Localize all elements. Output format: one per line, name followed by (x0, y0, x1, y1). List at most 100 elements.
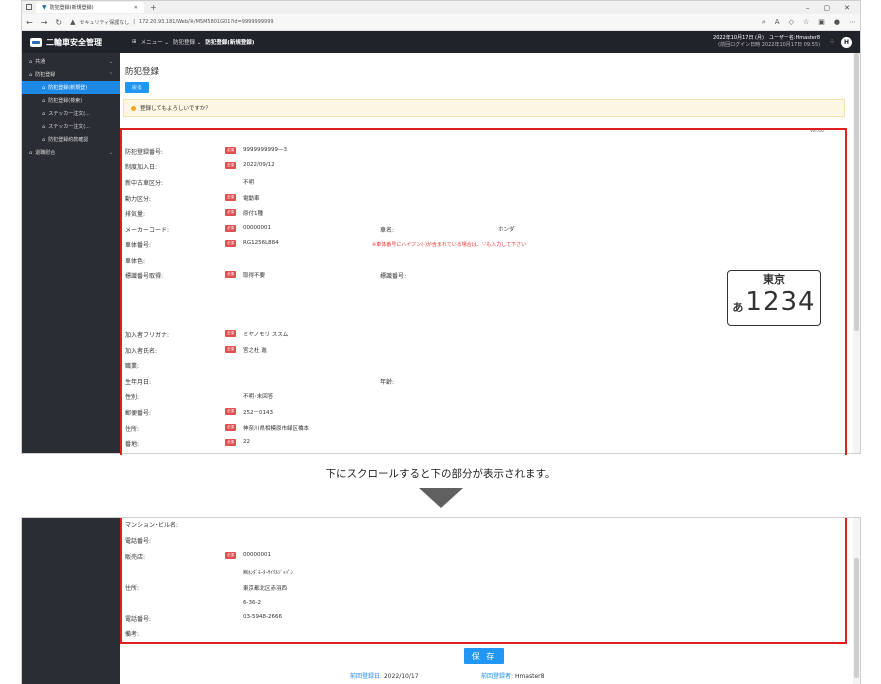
warning-dot-icon (131, 105, 136, 111)
url-text: 172.20.93.181/Web/※/MSM5801G01?id=999999… (138, 19, 274, 25)
sidebar-group-association[interactable]: ⌂ 退職慰合 ⌄ (22, 146, 120, 159)
label-kana: 加入者フリガナ: (125, 332, 170, 339)
security-warning: セキュリティ保護なし (79, 19, 130, 26)
value-dealer-address: 東京都北区赤羽西 (243, 586, 288, 592)
label-newold: 新中古車区分: (125, 180, 164, 187)
label-plate: 標識番号取得: (125, 273, 164, 280)
url-field[interactable]: ▲ セキュリティ保護なし | 172.20.93.181/Web/※/MSM58… (70, 18, 274, 26)
scrollbar[interactable] (853, 53, 860, 453)
required-badge: 必須 (225, 194, 236, 201)
label-chassis: 車体番号: (125, 242, 152, 249)
read-aloud-icon[interactable]: A (775, 18, 780, 27)
breadcrumb-menu[interactable]: メニュー ⌄ (141, 38, 169, 46)
extension-icon[interactable]: ◇ (789, 18, 794, 27)
close-tab-icon[interactable]: ✕ (134, 5, 138, 11)
required-badge: 必須 (225, 439, 236, 446)
window-icon (26, 4, 32, 10)
favicon-icon: ▼ (42, 4, 47, 11)
required-badge: 必須 (225, 240, 236, 247)
browser-tab[interactable]: ▼ 防犯登録(新規登録) ✕ (36, 2, 144, 13)
last-registered-date: 前回登録日: 2022/10/17 (350, 673, 419, 680)
back-arrow-icon[interactable]: ← (26, 18, 33, 27)
scrollbar-thumb[interactable] (854, 558, 859, 678)
confirm-message: 登録してもよろしいですか？ (123, 99, 845, 117)
highlight-frame-bottom (120, 518, 847, 644)
value-kana: ミヤノモリ ススム (243, 332, 289, 338)
value-chassis: RG1256L884 (243, 240, 279, 246)
required-badge: 必須 (225, 271, 236, 278)
label-reg-no: 防犯登録番号: (125, 149, 164, 156)
label-address: 住所: (125, 426, 140, 433)
sidebar-group-crime[interactable]: ⌂ 防犯登録 ⌃ (22, 68, 120, 81)
label-job: 職業: (125, 363, 140, 370)
value-power: 電動車 (243, 196, 260, 202)
app-header: 二輪車安全管理 ⊞ メニュー ⌄ 防犯登録 ⌄ 防犯登録(新規登録) 2022年… (22, 31, 860, 53)
value-maker: 00000001 (243, 225, 271, 231)
save-button[interactable]: 保 存 (464, 648, 504, 664)
license-plate: 東京 あ 1234 (727, 270, 821, 326)
scrollbar[interactable] (853, 518, 860, 684)
value-reg-no: 9999999999—3 (243, 147, 287, 153)
label-name: 加入者氏名: (125, 348, 158, 355)
sidebar-item-new[interactable]: ⌂ 防犯登録(新規登) (22, 81, 120, 94)
menu-grid-icon[interactable]: ⊞ (132, 39, 137, 45)
new-tab-button[interactable]: + (150, 3, 157, 12)
home-icon: ⌂ (42, 84, 46, 91)
sidebar-group-common[interactable]: ⌂ 共通 ⌄ (22, 55, 120, 68)
label-carname: 車名: (380, 227, 395, 234)
close-window-button[interactable]: ✕ (844, 4, 850, 12)
label-tel: 電話番号: (125, 538, 152, 545)
breadcrumb-crime[interactable]: 防犯登録 ⌄ (173, 38, 201, 46)
favorites-icon[interactable]: ☆ (803, 18, 809, 27)
required-badge: 必須 (225, 209, 236, 216)
scrollbar-thumb[interactable] (854, 53, 859, 331)
required-badge: 必須 (225, 552, 236, 559)
required-badge: 必須 (225, 408, 236, 415)
back-button[interactable]: 戻る (125, 82, 149, 93)
plate-kana: あ (732, 301, 744, 314)
search-icon[interactable]: ⌕ (762, 18, 766, 27)
collections-icon[interactable]: ▣ (818, 18, 825, 27)
value-name: 宮之杜 進 (243, 348, 267, 354)
apps-icon[interactable]: ⁘ (829, 38, 835, 46)
label-sex: 性別: (125, 394, 140, 401)
browser-titlebar: ▼ 防犯登録(新規登録) ✕ + – ▢ ✕ (22, 1, 860, 14)
breadcrumb-current: 防犯登録(新規登録) (205, 40, 255, 46)
required-badge: 必須 (225, 424, 236, 431)
user-info: 2022年10月17日 (月) ユーザー名:Hmaster8 (前回ログイン日時… (713, 35, 820, 49)
label-dealer-address: 住所: (125, 585, 140, 592)
sidebar: ⌂ 共通 ⌄ ⌂ 防犯登録 ⌃ ⌂ 防犯登録(新規登) ⌂ 防犯登録(検索) ⌂ ステ… (22, 53, 120, 453)
label-mansion: マンション･ビル名: (125, 522, 179, 529)
sidebar-item-terms[interactable]: ⌂ 防犯登録約款確認 (22, 133, 120, 146)
sidebar-item-sticker-2[interactable]: ⌂ ステッカー注文(... (22, 120, 120, 133)
restore-button[interactable]: ▢ (824, 4, 831, 12)
home-icon: ⌂ (42, 136, 46, 143)
more-icon[interactable]: ⋯ (849, 18, 856, 27)
value-dealer-tel: 03-5948-2666 (243, 614, 282, 620)
minimize-button[interactable]: – (806, 4, 810, 12)
chevron-down-icon: ⌄ (108, 58, 113, 65)
avatar[interactable]: H (841, 36, 852, 48)
label-power: 動力区分: (125, 196, 152, 203)
value-dealer-banchi: 6-36-2 (243, 600, 261, 606)
sidebar-item-search[interactable]: ⌂ 防犯登録(検索) (22, 94, 120, 107)
plate-prefecture: 東京 (763, 273, 785, 286)
user-line: 2022年10月17日 (月) ユーザー名:Hmaster8 (713, 35, 821, 41)
chassis-note: ※車体番号にハイフン(-)が含まれている場合は、'-'も入力して下さい (372, 242, 527, 248)
label-color: 車体色: (125, 258, 146, 265)
scroll-caption: 下にスクロールすると下の部分が表示されます。 (325, 468, 556, 480)
forward-arrow-icon[interactable]: → (41, 18, 48, 27)
reload-icon[interactable]: ↻ (55, 18, 62, 27)
required-badge: 必須 (225, 162, 236, 169)
home-icon: ⌂ (42, 97, 46, 104)
label-remarks: 備考: (125, 631, 140, 638)
page-title: 防犯登録 (125, 67, 160, 77)
sidebar-item-sticker-1[interactable]: ⌂ ステッカー注文(... (22, 107, 120, 120)
profile-icon[interactable]: ● (834, 18, 840, 27)
tab-title: 防犯登録(新規登録) (49, 5, 94, 11)
label-maker: メーカーコード: (125, 227, 170, 234)
value-plate: 取得不要 (243, 273, 266, 279)
required-badge: 必須 (225, 225, 236, 232)
chevron-up-icon: ⌃ (108, 71, 113, 78)
required-badge: 必須 (225, 346, 236, 353)
